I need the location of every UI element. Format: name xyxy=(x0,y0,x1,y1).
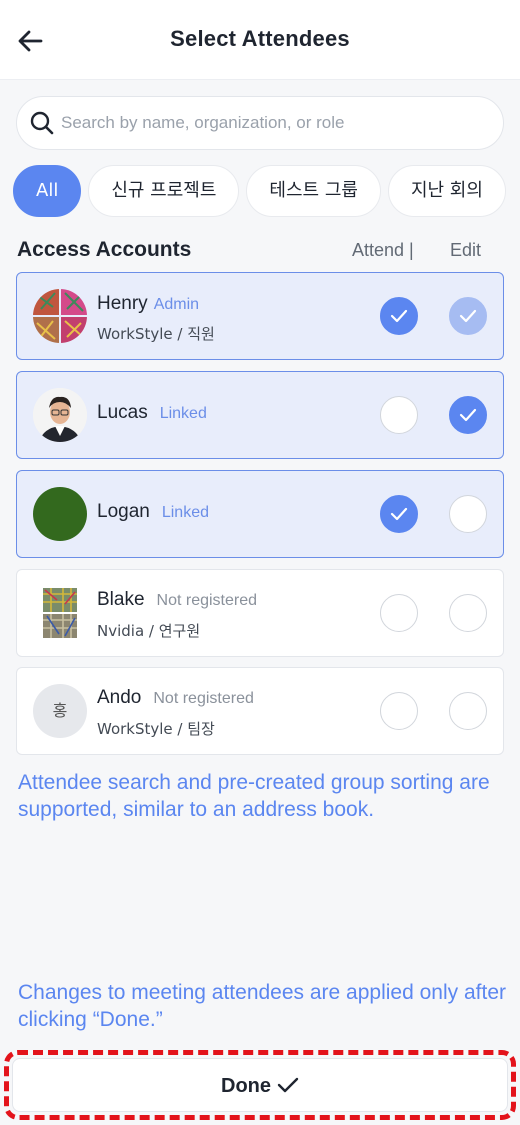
edit-checkbox[interactable] xyxy=(449,297,487,335)
done-button[interactable]: Done xyxy=(12,1058,508,1112)
role-badge: Not registered xyxy=(156,592,258,609)
attendee-organization: Nvidia / 연구원 xyxy=(97,622,201,640)
filter-chip-all[interactable]: All xyxy=(13,165,82,217)
avatar xyxy=(33,289,87,343)
attendee-card-blake[interactable]: Blake Not registered Nvidia / 연구원 xyxy=(16,569,504,657)
checkmark-icon xyxy=(390,309,408,323)
avatar: 홍 xyxy=(33,684,87,738)
attendee-organization: WorkStyle / 팀장 xyxy=(97,720,215,738)
attendee-card-ando[interactable]: 홍 Ando Not registered WorkStyle / 팀장 xyxy=(16,667,504,755)
attend-checkbox[interactable] xyxy=(380,495,418,533)
edit-checkbox[interactable] xyxy=(449,495,487,533)
avatar xyxy=(33,487,87,541)
attend-checkbox[interactable] xyxy=(380,594,418,632)
attendee-name: Henry Admin xyxy=(97,293,200,314)
avatar xyxy=(33,586,87,640)
attend-column-header: Attend | xyxy=(352,240,414,260)
search-feature-note: Attendee search and pre-created group so… xyxy=(18,771,490,821)
filter-chip-test-group[interactable]: 테스트 그룹 xyxy=(246,165,381,217)
checkmark-icon xyxy=(459,408,477,422)
app-header: Select Attendees xyxy=(0,0,520,80)
page-title: Select Attendees xyxy=(170,26,350,51)
attendee-name: Blake Not registered xyxy=(97,589,258,610)
attendee-name: Ando Not registered xyxy=(97,687,254,708)
attendee-name: Lucas Linked xyxy=(97,402,207,423)
checkmark-icon xyxy=(277,1077,299,1093)
edit-checkbox[interactable] xyxy=(449,594,487,632)
filter-chip-past-meeting[interactable]: 지난 회의 xyxy=(387,165,506,217)
search-icon xyxy=(30,111,54,135)
checkmark-icon xyxy=(390,507,408,521)
attend-checkbox[interactable] xyxy=(380,297,418,335)
attendee-organization: WorkStyle / 직원 xyxy=(97,325,215,343)
role-badge: Linked xyxy=(161,504,209,521)
done-label: Done xyxy=(221,1075,271,1097)
attend-checkbox[interactable] xyxy=(380,396,418,434)
filter-chip-new-project[interactable]: 신규 프로젝트 xyxy=(88,165,240,217)
edit-checkbox[interactable] xyxy=(449,396,487,434)
attendee-card-lucas[interactable]: Lucas Linked xyxy=(16,371,504,459)
section-title: Access Accounts xyxy=(17,238,192,261)
done-info-note: Changes to meeting attendees are applied… xyxy=(18,981,506,1031)
role-badge: Admin xyxy=(153,296,200,313)
avatar-initial: 홍 xyxy=(52,701,68,720)
search-bar[interactable] xyxy=(16,96,504,150)
avatar xyxy=(33,388,87,442)
attend-checkbox[interactable] xyxy=(380,692,418,730)
edit-column-header: Edit xyxy=(450,240,482,260)
attendee-card-henry[interactable]: Henry Admin WorkStyle / 직원 xyxy=(16,272,504,360)
role-badge: Not registered xyxy=(153,690,254,707)
attendee-name: Logan Linked xyxy=(97,501,209,522)
attendee-card-logan[interactable]: Logan Linked xyxy=(16,470,504,558)
edit-checkbox[interactable] xyxy=(449,692,487,730)
role-badge: Linked xyxy=(159,405,207,422)
search-input[interactable] xyxy=(61,105,491,141)
checkmark-icon xyxy=(459,309,477,323)
group-filter-chips: All 신규 프로젝트 테스트 그룹 지난 회의 xyxy=(13,165,520,219)
